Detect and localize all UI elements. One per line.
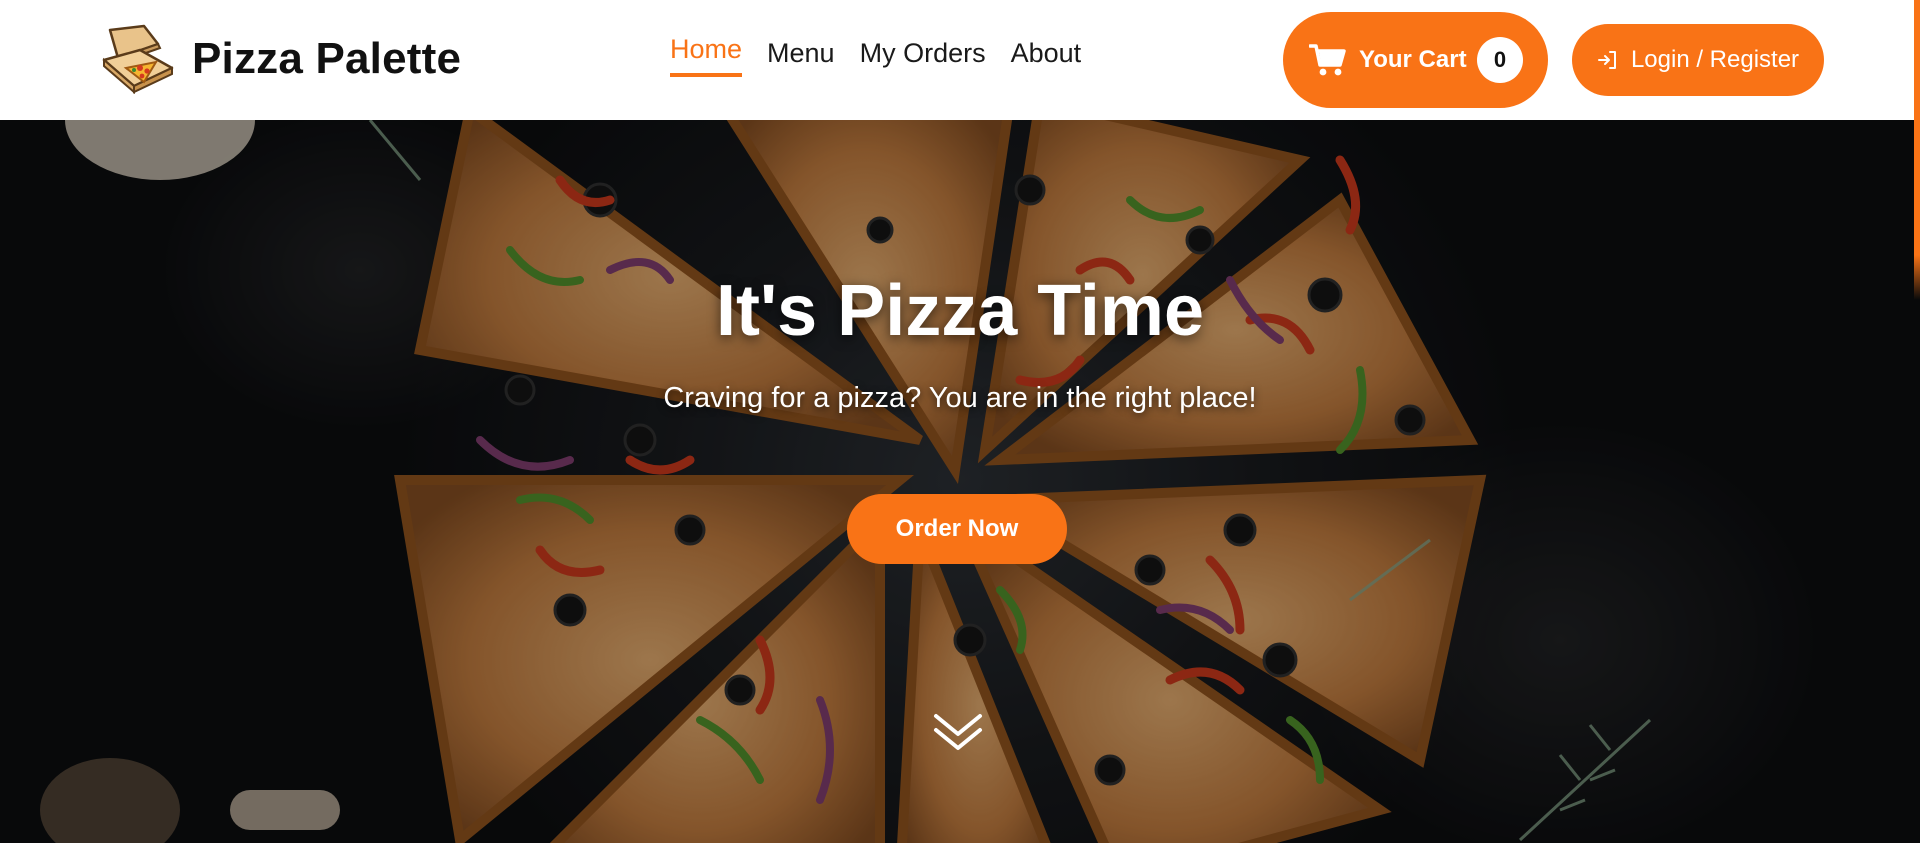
- main-nav: Home Menu My Orders About: [670, 34, 1106, 77]
- nav-item-my-orders[interactable]: My Orders: [860, 38, 986, 77]
- brand[interactable]: Pizza Palette: [100, 24, 461, 94]
- cart-label: Your Cart: [1359, 46, 1467, 73]
- cart-button[interactable]: Your Cart 0: [1283, 12, 1548, 108]
- hero-section: It's Pizza Time Craving for a pizza? You…: [0, 120, 1920, 843]
- cart-count-badge: 0: [1477, 37, 1523, 83]
- nav-item-home[interactable]: Home: [670, 34, 743, 77]
- order-now-button[interactable]: Order Now: [847, 494, 1067, 564]
- scrollbar[interactable]: [1914, 0, 1920, 300]
- hero-title: It's Pizza Time: [716, 271, 1204, 351]
- double-chevron-down-icon[interactable]: [930, 710, 986, 756]
- hero-subtitle: Craving for a pizza? You are in the righ…: [663, 382, 1257, 414]
- shopping-cart-icon: [1309, 44, 1346, 76]
- login-register-button[interactable]: Login / Register: [1572, 24, 1824, 96]
- brand-name: Pizza Palette: [192, 34, 462, 83]
- login-register-label: Login / Register: [1630, 46, 1800, 73]
- login-arrow-icon: [1597, 51, 1616, 69]
- pizza-box-icon: [102, 24, 174, 94]
- nav-item-about[interactable]: About: [1011, 38, 1082, 77]
- nav-item-menu[interactable]: Menu: [767, 38, 835, 77]
- site-header: Pizza Palette Home Menu My Orders About …: [0, 0, 1920, 120]
